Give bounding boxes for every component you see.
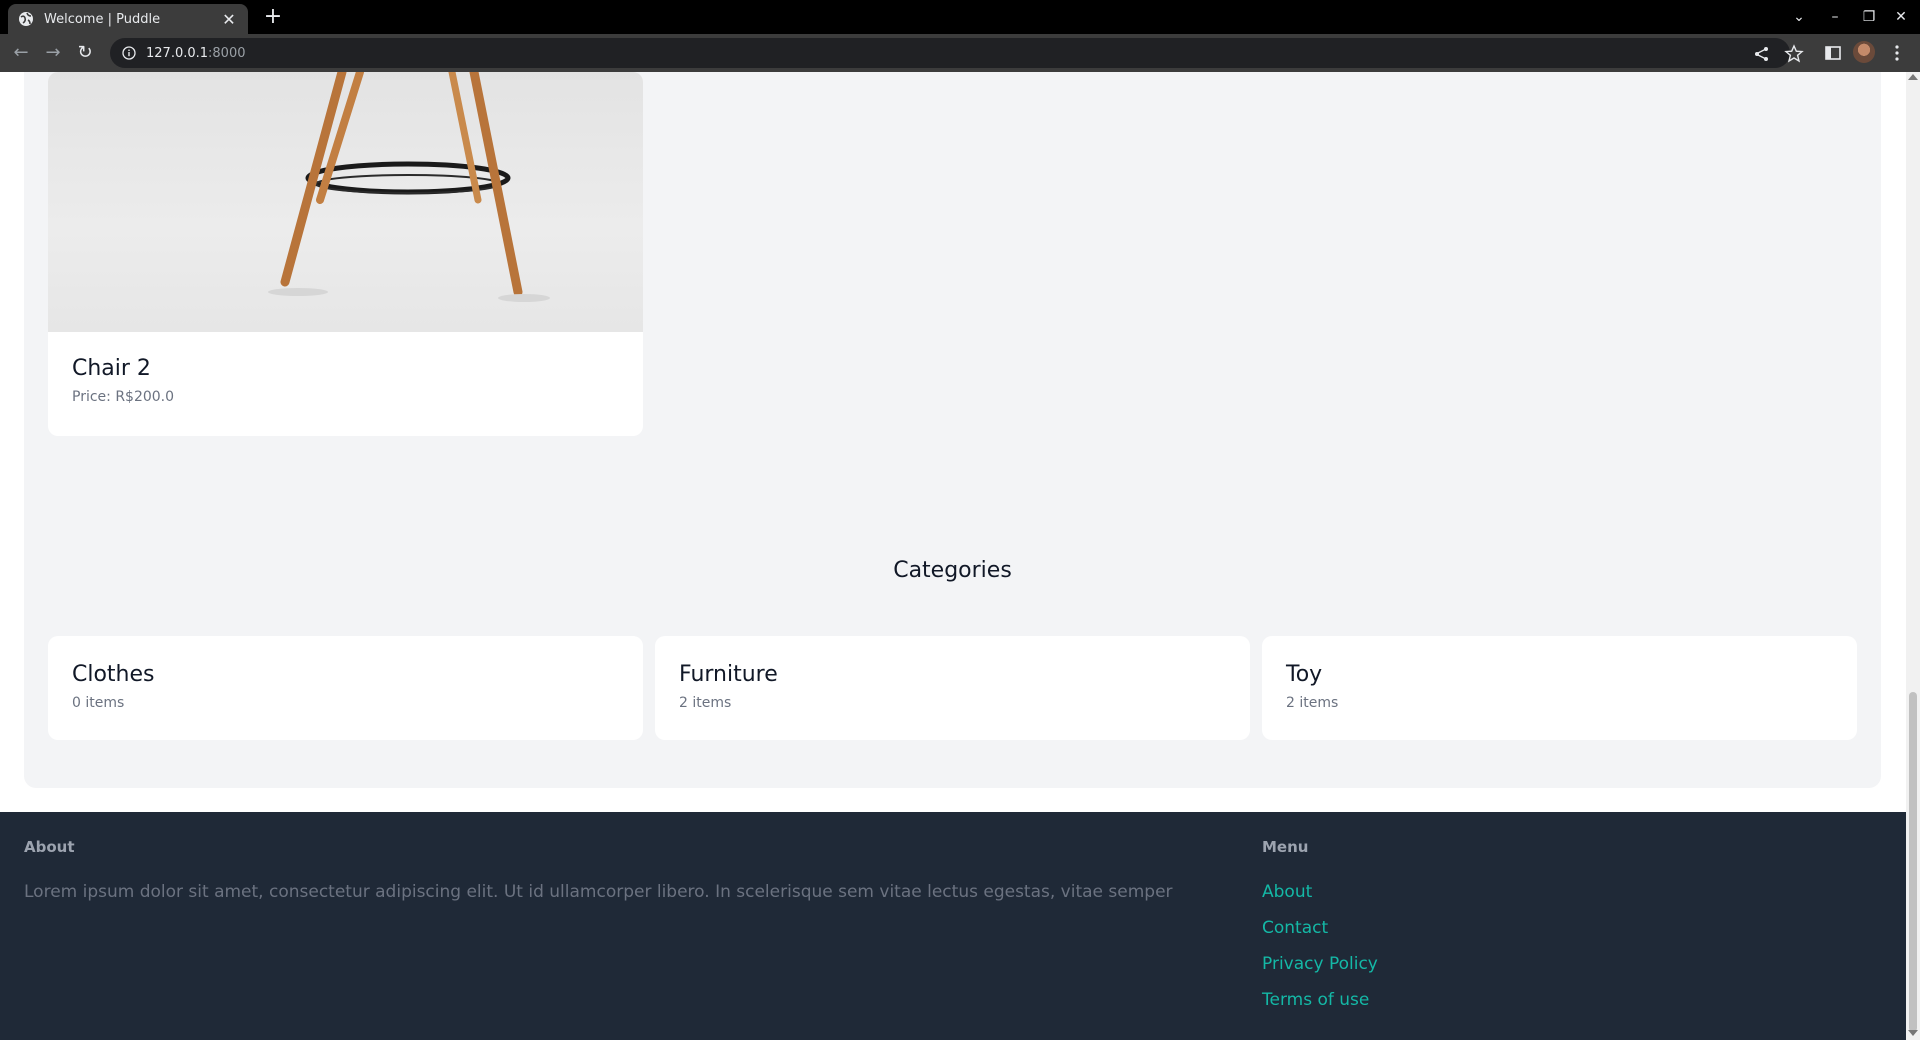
- categories-section: Categories Clothes 0 items Furniture 2 i…: [24, 508, 1881, 788]
- footer-about-heading: About: [24, 838, 75, 856]
- scroll-down-arrow-icon[interactable]: [1908, 1030, 1918, 1036]
- footer-link-terms-of-use[interactable]: Terms of use: [1262, 990, 1369, 1010]
- url-port: :8000: [208, 45, 246, 61]
- bookmark-star-icon[interactable]: [1784, 44, 1804, 64]
- category-name: Furniture: [679, 662, 778, 687]
- reload-icon[interactable]: ↻: [72, 41, 98, 65]
- item-image: [48, 72, 643, 332]
- info-icon[interactable]: [122, 46, 136, 60]
- chair-illustration: [268, 72, 550, 302]
- page-footer: About Lorem ipsum dolor sit amet, consec…: [0, 812, 1906, 1040]
- category-count: 0 items: [72, 695, 125, 711]
- minimize-icon[interactable]: –: [1822, 6, 1848, 28]
- tab-search-chevron-icon[interactable]: ⌄: [1786, 6, 1812, 28]
- page-scrollbar[interactable]: [1906, 72, 1920, 1040]
- forward-icon[interactable]: →: [40, 41, 66, 65]
- category-body: Clothes 0 items: [72, 662, 155, 711]
- browser-tab[interactable]: Welcome | Puddle ✕: [8, 4, 248, 34]
- category-card-furniture[interactable]: Furniture 2 items: [655, 636, 1250, 740]
- restore-icon[interactable]: ❐: [1856, 6, 1882, 28]
- new-tab-icon[interactable]: +: [260, 5, 286, 31]
- footer-link-about[interactable]: About: [1262, 882, 1312, 902]
- scroll-up-arrow-icon[interactable]: [1908, 74, 1918, 80]
- footer-link-privacy-policy[interactable]: Privacy Policy: [1262, 954, 1378, 974]
- footer-menu-heading: Menu: [1262, 838, 1309, 856]
- category-name: Toy: [1286, 662, 1323, 687]
- category-body: Furniture 2 items: [679, 662, 778, 711]
- category-count: 2 items: [679, 695, 732, 711]
- item-title: Chair 2: [72, 356, 151, 381]
- categories-title: Categories: [893, 558, 1012, 583]
- item-price: Price: R$200.0: [72, 389, 175, 405]
- category-body: Toy 2 items: [1286, 662, 1338, 711]
- back-icon[interactable]: ←: [8, 41, 34, 65]
- items-section: Chair 2 Price: R$200.0: [24, 72, 1881, 556]
- side-panel-icon[interactable]: [1822, 42, 1844, 64]
- more-menu-icon[interactable]: [1886, 42, 1908, 64]
- tab-close-icon[interactable]: ✕: [220, 10, 238, 29]
- footer-about-text: Lorem ipsum dolor sit amet, consectetur …: [24, 882, 1173, 902]
- profile-avatar[interactable]: [1853, 41, 1875, 63]
- address-bar[interactable]: 127.0.0.1:8000: [110, 38, 1790, 68]
- category-name: Clothes: [72, 662, 155, 687]
- footer-link-contact[interactable]: Contact: [1262, 918, 1328, 938]
- browser-toolbar: ← → ↻ 127.0.0.1:8000: [0, 34, 1920, 72]
- tab-title: Welcome | Puddle: [44, 11, 161, 27]
- category-card-clothes[interactable]: Clothes 0 items: [48, 636, 643, 740]
- category-card-toy[interactable]: Toy 2 items: [1262, 636, 1857, 740]
- globe-icon: [19, 12, 33, 26]
- url-host: 127.0.0.1: [146, 45, 209, 61]
- browser-tab-strip: Welcome | Puddle ✕ + ⌄ – ❐ ✕: [0, 0, 1920, 34]
- close-window-icon[interactable]: ✕: [1888, 6, 1914, 28]
- scrollbar-thumb[interactable]: [1909, 692, 1917, 1032]
- share-icon[interactable]: [1752, 44, 1772, 64]
- page-viewport: Chair 2 Price: R$200.0 Categories Clothe…: [0, 72, 1906, 1040]
- category-count: 2 items: [1286, 695, 1339, 711]
- item-body: Chair 2 Price: R$200.0: [72, 356, 174, 405]
- item-card[interactable]: Chair 2 Price: R$200.0: [48, 72, 643, 436]
